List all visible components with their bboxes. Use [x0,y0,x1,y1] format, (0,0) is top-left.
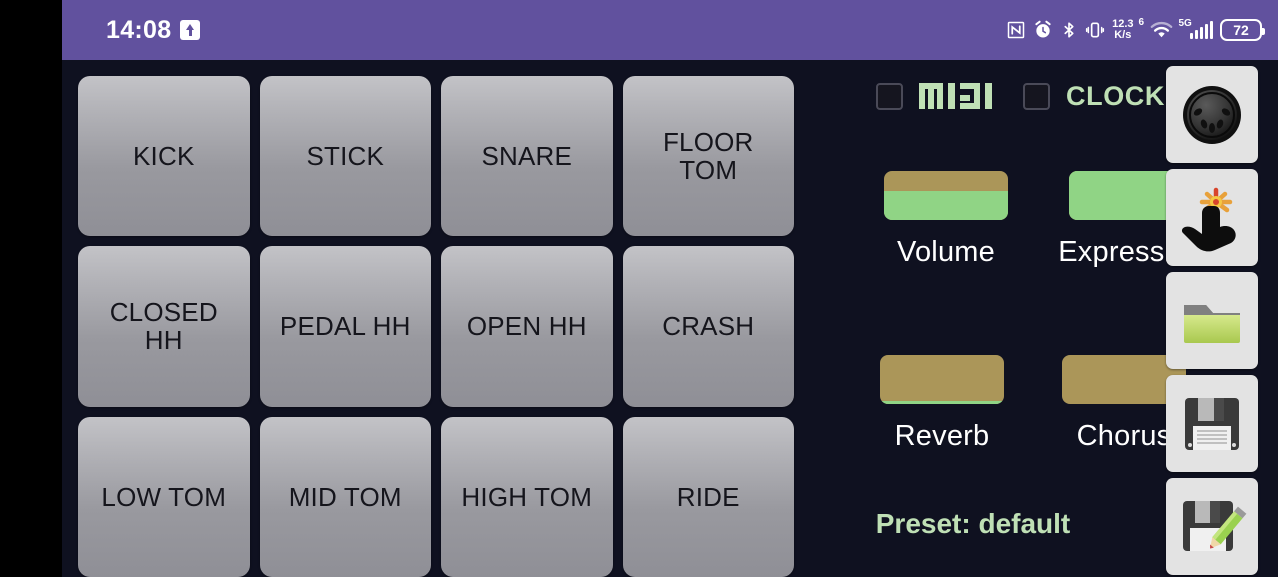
floppy-save-icon [1176,388,1248,460]
controls-panel: CLOCK Volume Expression Reverb Chorus Pr… [804,60,1204,577]
device-viewport: 14:08 12.3 K/s 6 5G 72 KICK STICK SNARE … [62,0,1278,577]
battery-level-label: 72 [1233,22,1249,38]
drum-pad-grid: KICK STICK SNARE FLOOR TOM CLOSED HH PEDAL… [78,76,794,577]
drum-pad-snare[interactable]: SNARE [441,76,613,237]
open-folder-icon [1176,285,1248,357]
drum-pad-ride[interactable]: RIDE [622,416,794,577]
save-as-button[interactable] [1166,478,1258,575]
drum-pad-mid-tom[interactable]: MID TOM [259,416,431,577]
drum-pad-high-tom[interactable]: HIGH TOM [441,416,613,577]
wifi-generation-label: 6 [1138,17,1145,28]
volume-slider-cell: Volume [884,171,1008,269]
drum-pad-pedal-hh[interactable]: PEDAL HH [259,246,431,407]
drum-pad-kick[interactable]: KICK [78,76,250,237]
tap-finger-icon [1176,182,1248,254]
data-speed-unit: K/s [1114,29,1132,41]
vibrate-icon [1085,20,1105,40]
slider-area: Volume Expression Reverb Chorus Preset: … [804,60,1204,577]
drum-pad-open-hh[interactable]: OPEN HH [441,246,613,407]
battery-indicator: 72 [1220,19,1265,41]
data-speed-indicator: 12.3 K/s [1112,19,1133,41]
midi-din-port-icon [1176,79,1248,151]
icon-button-rail [1166,66,1262,577]
screen-root: 14:08 12.3 K/s 6 5G 72 KICK STICK SNARE … [0,0,1278,577]
drum-pad-crash[interactable]: CRASH [622,246,794,407]
open-folder-button[interactable] [1166,272,1258,369]
drum-pad-floor-tom[interactable]: FLOOR TOM [622,76,794,237]
volume-slider[interactable] [884,171,1008,220]
status-bar-clock: 14:08 [106,15,172,44]
left-black-bar [0,0,62,577]
bluetooth-icon [1060,20,1078,40]
signal-bars-icon [1189,21,1213,39]
preset-label: Preset: default [875,508,1071,539]
wifi-icon [1149,20,1174,40]
reverb-slider-cell: Reverb [880,355,1004,453]
save-button[interactable] [1166,375,1258,472]
app-body: KICK STICK SNARE FLOOR TOM CLOSED HH PEDAL… [62,60,1278,577]
nfc-icon [1006,20,1026,40]
alarm-icon [1033,20,1053,40]
reverb-slider-fill [880,400,1004,404]
cellular-indicator: 5G [1178,18,1213,39]
tap-button[interactable] [1166,169,1258,266]
status-bar: 14:08 12.3 K/s 6 5G 72 [62,0,1278,60]
volume-slider-fill [884,190,1008,220]
midi-port-button[interactable] [1166,66,1258,163]
reverb-slider[interactable] [880,355,1004,404]
status-bar-left: 14:08 [106,15,201,45]
upload-arrow-icon [180,20,201,40]
drum-pad-low-tom[interactable]: LOW TOM [78,416,250,577]
reverb-slider-label: Reverb [894,420,990,452]
drum-pad-stick[interactable]: STICK [259,76,431,237]
volume-slider-label: Volume [897,236,995,268]
drum-pad-closed-hh[interactable]: CLOSED HH [78,246,250,407]
floppy-save-as-icon [1176,491,1248,563]
status-bar-right: 12.3 K/s 6 5G 72 [1006,17,1265,41]
network-generation-label: 5G [1178,18,1192,29]
wifi-indicator: 6 [1138,17,1174,40]
